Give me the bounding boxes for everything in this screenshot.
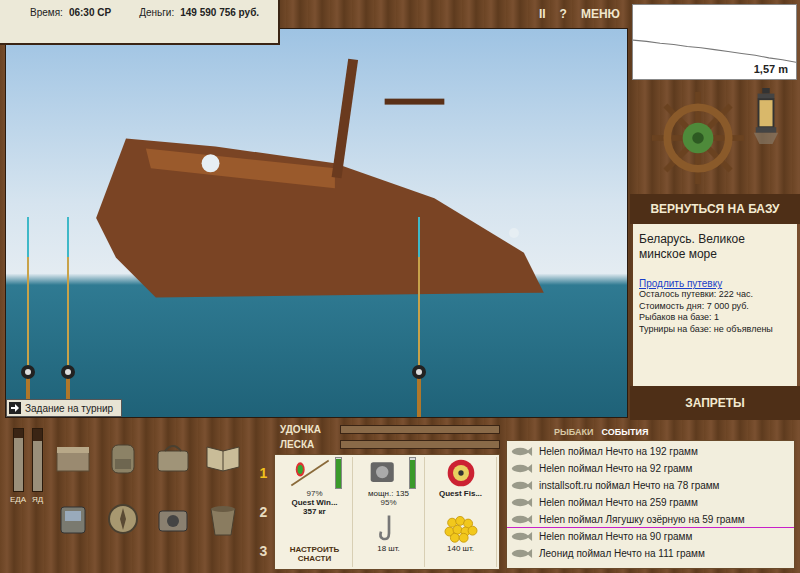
event-row: installsoft.ru поймал Нечто на 78 грамм <box>507 477 794 494</box>
fish-icon <box>511 446 533 457</box>
depth-reading: 1,57 m <box>754 63 788 75</box>
fish-icon <box>511 463 533 474</box>
main-area: II? МЕНЮ Время: 06:30 СР Деньги: 149 590 … <box>0 0 630 420</box>
location-detail: Осталось путевки: 222 час. <box>639 289 791 301</box>
tension-bar: ЛЕСКА <box>280 439 500 450</box>
bag-icon[interactable] <box>153 437 193 477</box>
reel-wear: 95% <box>380 498 396 507</box>
rod-wear: 97% <box>306 489 322 498</box>
right-panel: 1,57 m ВЕРНУТЬСЯ НА БАЗУ Беларусь. Велик… <box>630 0 800 420</box>
fish-icon <box>511 531 533 542</box>
fishing-rod-icon[interactable] <box>58 217 78 417</box>
rod-cell[interactable]: 97% Quest Win... 357 кг НАСТРОИТЬ СНАСТИ <box>277 457 353 567</box>
book-icon[interactable] <box>203 437 243 477</box>
rod-slot[interactable]: 1 <box>260 465 268 481</box>
tournament-task-button[interactable]: Задание на турнир <box>6 399 122 417</box>
money-label: Деньги: <box>139 7 174 18</box>
time-value: 06:30 СР <box>69 7 111 18</box>
event-text: Леонид поймал Нечто на 111 грамм <box>539 548 705 559</box>
line-spool-icon <box>438 457 484 489</box>
location-detail: Турниры на базе: не объявлены <box>639 324 791 336</box>
rod-icon <box>287 457 333 489</box>
location-detail: Стоимость дня: 7 000 руб. <box>639 301 791 313</box>
fish-icon <box>511 548 533 559</box>
arrow-icon <box>9 402 21 414</box>
location-detail: Рыбаков на базе: 1 <box>639 312 791 324</box>
vertical-meter: ЕДА <box>10 428 26 567</box>
log-tab[interactable]: РЫБАКИ <box>554 427 593 437</box>
lantern-icon <box>752 88 780 144</box>
box-icon[interactable] <box>53 437 93 477</box>
bait-count: 140 шт. <box>447 544 474 553</box>
bans-button[interactable]: ЗАПРЕТЫ <box>630 386 800 420</box>
hook-icon <box>366 512 412 544</box>
event-row: Helen поймал Лягушку озёрную на 59 грамм <box>507 511 794 528</box>
tension-label: ЛЕСКА <box>280 439 334 450</box>
event-text: Helen поймал Нечто на 259 грамм <box>539 497 698 508</box>
event-text: Helen поймал Нечто на 92 грамм <box>539 463 692 474</box>
event-row: Helen поймал Нечто на 192 грамм <box>507 443 794 460</box>
tension-bar: УДОЧКА <box>280 424 500 435</box>
game-screen: II? МЕНЮ Время: 06:30 СР Деньги: 149 590 … <box>0 0 800 573</box>
compass-icon[interactable] <box>103 499 143 539</box>
events-list: Helen поймал Нечто на 192 грамм Helen по… <box>506 440 795 569</box>
time-label: Время: <box>30 7 63 18</box>
reel-power: мощн.: 135 <box>368 489 409 498</box>
hooks-count: 18 шт. <box>377 544 400 553</box>
event-row: Леонид поймал Нечто на 111 грамм <box>507 545 794 562</box>
ship-wheel-icon <box>650 90 746 186</box>
inventory-panel: ЕДА ЯД <box>0 420 255 573</box>
tournament-task-label: Задание на турнир <box>25 403 113 414</box>
fish-icon <box>511 514 533 525</box>
return-to-base-button[interactable]: ВЕРНУТЬСЯ НА БАЗУ <box>630 194 800 224</box>
fish-icon <box>511 480 533 491</box>
rod-name: Quest Win... <box>291 498 337 507</box>
reel-icon <box>361 457 407 489</box>
fishing-rod-icon[interactable] <box>409 217 429 417</box>
money-value: 149 590 756 руб. <box>180 7 259 18</box>
corn-bait-icon <box>438 512 484 544</box>
tension-label: УДОЧКА <box>280 424 334 435</box>
backpack-icon[interactable] <box>103 437 143 477</box>
line-name: Quest Fis... <box>439 489 482 498</box>
setup-tackle-button[interactable]: НАСТРОИТЬ СНАСТИ <box>277 546 352 567</box>
rod-slot[interactable]: 3 <box>260 543 268 559</box>
event-row: Helen поймал Нечто на 259 грамм <box>507 494 794 511</box>
tackle-card: 97% Quest Win... 357 кг НАСТРОИТЬ СНАСТИ… <box>274 454 500 570</box>
meter-label: ЯД <box>32 495 43 504</box>
bait-cell[interactable]: 140 шт. <box>425 512 497 567</box>
log-tab[interactable]: СОБЫТИЯ <box>601 427 648 437</box>
rod-weight: 357 кг <box>303 507 326 516</box>
location-info: Беларусь. Великое минское море Продлить … <box>633 224 797 386</box>
event-text: Helen поймал Нечто на 90 грамм <box>539 531 692 542</box>
vertical-meter: ЯД <box>32 428 43 567</box>
depth-chart: 1,57 m <box>632 4 797 80</box>
emblem <box>630 82 800 194</box>
toolbar-button[interactable]: II <box>539 7 546 21</box>
reel-cell[interactable]: мощн.: 135 95% <box>353 457 425 512</box>
finder-icon[interactable] <box>53 499 93 539</box>
shipwreck-icon <box>6 29 627 417</box>
event-row: Helen поймал Нечто на 92 грамм <box>507 460 794 477</box>
toolbar-button[interactable]: МЕНЮ <box>581 7 620 21</box>
scene-photo: Задание на турнир <box>5 28 628 418</box>
rod-slot[interactable]: 2 <box>260 504 268 520</box>
status-panel: Время: 06:30 СР Деньги: 149 590 756 руб. <box>0 0 280 45</box>
fishing-rod-icon[interactable] <box>18 217 38 417</box>
fish-icon <box>511 497 533 508</box>
event-row: Helen поймал Нечто на 90 грамм <box>507 528 794 545</box>
meter-label: ЕДА <box>10 495 26 504</box>
camera-icon[interactable] <box>153 499 193 539</box>
event-text: Helen поймал Лягушку озёрную на 59 грамм <box>539 514 745 525</box>
event-text: installsoft.ru поймал Нечто на 78 грамм <box>539 480 720 491</box>
log-panel: РЫБАКИ СОБЫТИЯ Helen поймал Нечто на 192 … <box>500 420 800 573</box>
bucket-icon[interactable] <box>203 499 243 539</box>
hooks-cell[interactable]: 18 шт. <box>353 512 425 567</box>
extend-permit-link[interactable]: Продлить путевку <box>639 278 722 289</box>
line-cell[interactable]: Quest Fis... <box>425 457 497 512</box>
toolbar-button[interactable]: ? <box>560 7 567 21</box>
event-text: Helen поймал Нечто на 192 грамм <box>539 446 698 457</box>
location-title: Беларусь. Великое минское море <box>639 232 791 262</box>
